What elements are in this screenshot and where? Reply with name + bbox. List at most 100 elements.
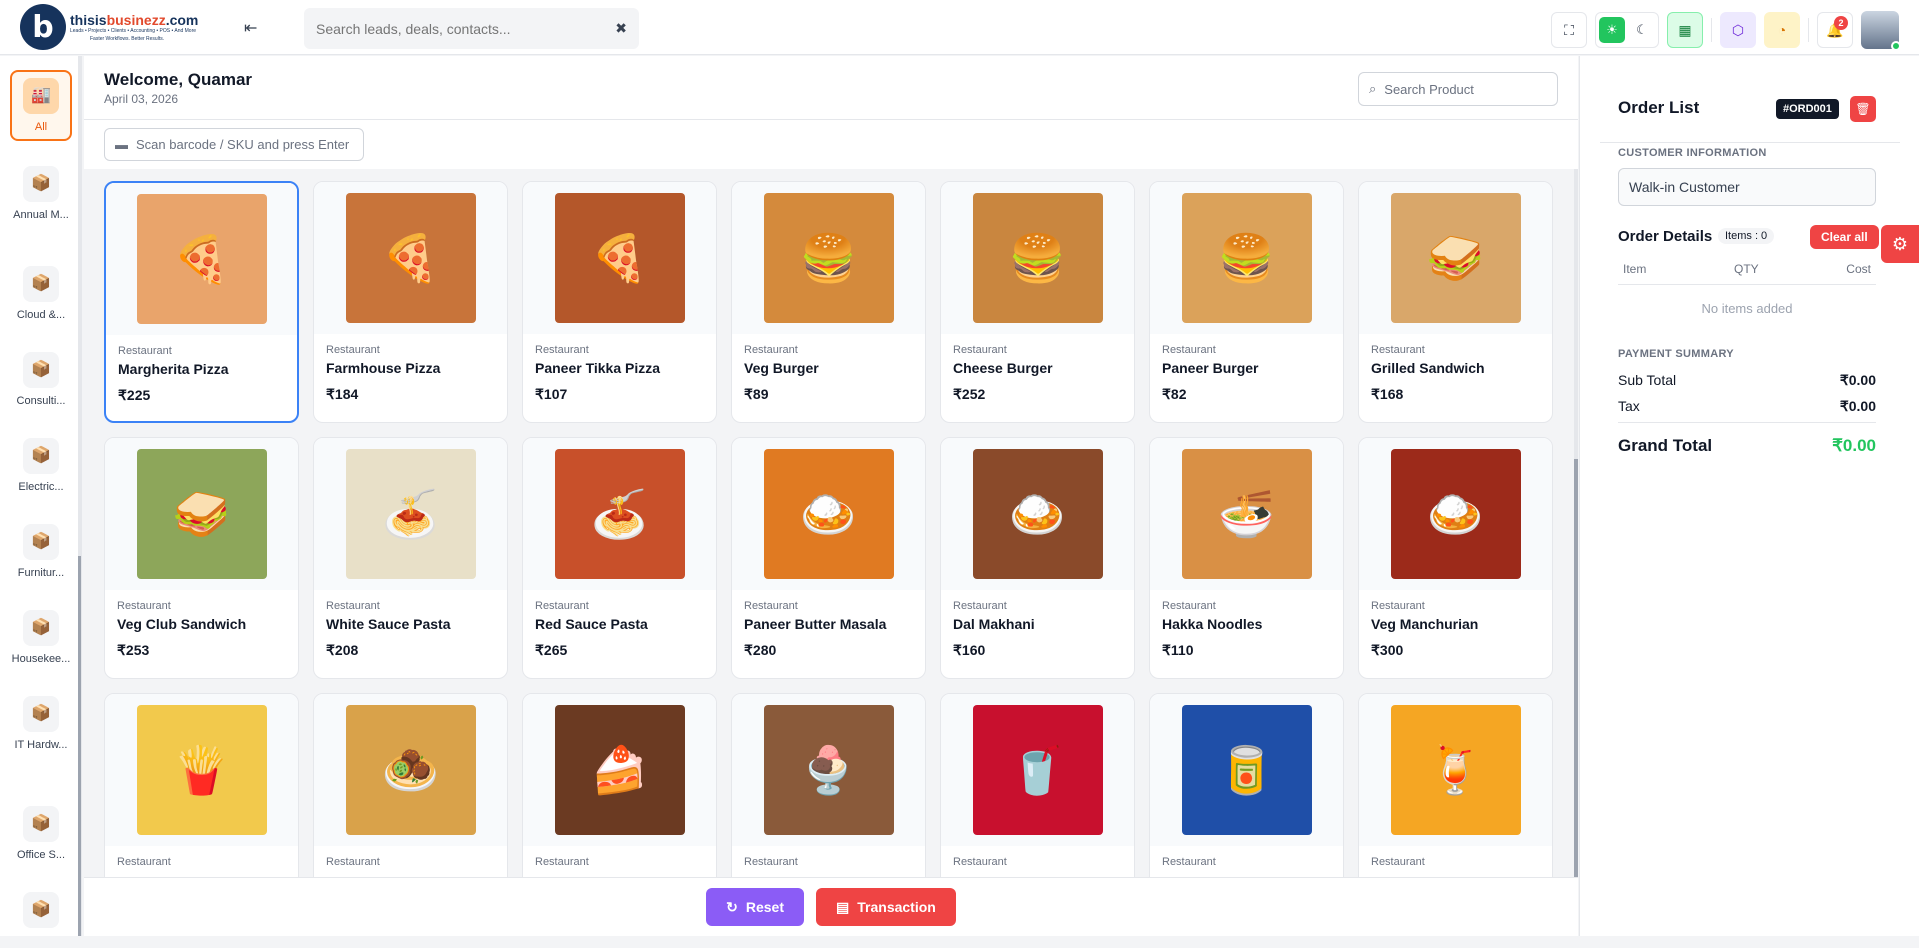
clear-all-button[interactable]: Clear all bbox=[1810, 225, 1879, 249]
product-card[interactable]: 🍟 Restaurant bbox=[104, 693, 299, 877]
product-name: Dal Makhani bbox=[953, 616, 1035, 632]
product-card[interactable]: 🍔 Restaurant Veg Burger ₹89 bbox=[731, 181, 926, 423]
theme-toggle: ☀ ☾ bbox=[1595, 12, 1659, 48]
brand-name: thisisbusinezz.com bbox=[70, 11, 199, 28]
product-card[interactable]: 🍕 Restaurant Margherita Pizza ₹225 bbox=[104, 181, 299, 423]
product-name: Paneer Tikka Pizza bbox=[535, 360, 661, 376]
factory-icon: 🏭 bbox=[23, 78, 59, 114]
product-category: Restaurant bbox=[117, 600, 171, 612]
product-card[interactable]: 🍨 Restaurant bbox=[731, 693, 926, 877]
product-card[interactable]: 🍛 Restaurant Dal Makhani ₹160 bbox=[940, 437, 1135, 679]
category-item[interactable]: 📦 Cloud &... bbox=[10, 266, 72, 323]
product-category: Restaurant bbox=[744, 344, 798, 356]
customer-field[interactable] bbox=[1618, 168, 1876, 206]
product-card[interactable]: 🥪 Restaurant Veg Club Sandwich ₹253 bbox=[104, 437, 299, 679]
brand-tagline: Faster Workflows. Better Results. bbox=[90, 35, 165, 42]
product-card[interactable]: 🥤 Restaurant bbox=[940, 693, 1135, 877]
category-sidebar: 🏭 All 📦 Annual M... 📦 Cloud &... 📦 Consu… bbox=[0, 56, 82, 936]
logo-mark: b bbox=[20, 4, 66, 50]
divider bbox=[1711, 18, 1712, 42]
grand-total-row: Grand Total ₹0.00 bbox=[1618, 436, 1876, 455]
category-item[interactable]: 📦 Consulti... bbox=[10, 352, 72, 409]
product-category: Restaurant bbox=[953, 856, 1007, 868]
refresh-icon: ↻ bbox=[726, 898, 738, 915]
pasta-icon: 🍝 bbox=[554, 449, 685, 579]
product-image: 🍛 bbox=[941, 438, 1134, 590]
order-table-header: Item QTY Cost bbox=[1618, 262, 1876, 285]
product-price: ₹107 bbox=[535, 386, 568, 402]
fullscreen-icon[interactable]: ⛶ bbox=[1551, 12, 1587, 48]
trash-icon[interactable]: 🗑 bbox=[1850, 96, 1876, 122]
product-name: Paneer Burger bbox=[1162, 360, 1259, 376]
curry-icon: 🍛 bbox=[1390, 449, 1521, 579]
product-category: Restaurant bbox=[326, 856, 380, 868]
product-image: 🍟 bbox=[105, 694, 298, 846]
empty-order-message: No items added bbox=[1701, 301, 1793, 316]
category-item[interactable]: 📦 Housekee... bbox=[10, 610, 72, 667]
reset-button[interactable]: ↻ Reset bbox=[706, 888, 805, 926]
product-search[interactable]: ⌕ Search Product bbox=[1358, 72, 1558, 106]
global-search-input[interactable] bbox=[316, 20, 616, 37]
clear-search-icon[interactable]: ✖ bbox=[615, 20, 627, 37]
product-card[interactable]: 🍕 Restaurant Paneer Tikka Pizza ₹107 bbox=[522, 181, 717, 423]
product-image: 🍛 bbox=[1359, 438, 1552, 590]
product-name: Grilled Sandwich bbox=[1371, 360, 1485, 376]
apps-grid-icon[interactable]: ▦ bbox=[1667, 12, 1703, 48]
product-price: ₹252 bbox=[953, 386, 986, 402]
welcome-title: Welcome, Quamar bbox=[104, 70, 253, 89]
global-search[interactable]: ✖ bbox=[304, 8, 639, 49]
product-card[interactable]: 🍝 Restaurant Red Sauce Pasta ₹265 bbox=[522, 437, 717, 679]
product-price: ₹225 bbox=[118, 387, 151, 403]
product-card[interactable]: 🍜 Restaurant Hakka Noodles ₹110 bbox=[1149, 437, 1344, 679]
sidebar-scrollbar[interactable] bbox=[78, 56, 81, 936]
product-price: ₹184 bbox=[326, 386, 359, 402]
moon-icon[interactable]: ☾ bbox=[1629, 17, 1655, 43]
product-card[interactable]: 🥪 Restaurant Grilled Sandwich ₹168 bbox=[1358, 181, 1553, 423]
category-item[interactable]: 📦 IT Hardw... bbox=[10, 696, 72, 753]
cake-icon: 🍰 bbox=[554, 705, 685, 835]
burger-icon: 🍔 bbox=[972, 193, 1103, 323]
grid-scrollbar[interactable] bbox=[1574, 169, 1578, 877]
category-item[interactable]: 📦 Electric... bbox=[10, 438, 72, 495]
collapse-sidebar-icon[interactable]: ⇤ bbox=[244, 18, 257, 38]
category-item-all[interactable]: 🏭 All bbox=[10, 70, 72, 142]
product-card[interactable]: 🍹 Restaurant bbox=[1358, 693, 1553, 877]
product-name: Hakka Noodles bbox=[1162, 616, 1263, 632]
product-grid: 🍕 Restaurant Margherita Pizza ₹225 🍕 Restaura… bbox=[104, 181, 1553, 877]
category-item[interactable]: 📦 Office S... bbox=[10, 806, 72, 863]
divider bbox=[1808, 18, 1809, 42]
product-card[interactable]: 🥫 Restaurant bbox=[1149, 693, 1344, 877]
product-image: 🍝 bbox=[523, 438, 716, 590]
product-image: 🥪 bbox=[1359, 182, 1552, 334]
hexagon-icon[interactable]: ⬡ bbox=[1720, 12, 1756, 48]
user-avatar[interactable] bbox=[1861, 11, 1901, 51]
product-card[interactable]: 🍕 Restaurant Farmhouse Pizza ₹184 bbox=[313, 181, 508, 423]
product-image: 🍕 bbox=[106, 183, 297, 335]
product-card[interactable]: 🍰 Restaurant bbox=[522, 693, 717, 877]
product-card[interactable]: 🍔 Restaurant Cheese Burger ₹252 bbox=[940, 181, 1135, 423]
sun-icon[interactable]: ☀ bbox=[1599, 17, 1625, 43]
tax-row: Tax ₹0.00 bbox=[1618, 398, 1876, 414]
barcode-scan-input[interactable]: ▬ Scan barcode / SKU and press Enter bbox=[104, 128, 364, 161]
notification-bell-icon[interactable]: 🔔 2 bbox=[1817, 12, 1853, 48]
product-price: ₹280 bbox=[744, 642, 777, 658]
category-item[interactable]: 📦 bbox=[10, 892, 72, 934]
receipt-icon: ▤ bbox=[836, 898, 850, 915]
product-card[interactable]: 🍔 Restaurant Paneer Burger ₹82 bbox=[1149, 181, 1344, 423]
gear-icon[interactable]: ⚙ bbox=[1881, 225, 1919, 263]
product-search-input[interactable]: Search Product bbox=[1384, 82, 1474, 97]
search-icon: ⌕ bbox=[1369, 81, 1377, 96]
pie-chart-icon[interactable]: ◔ bbox=[1764, 12, 1800, 48]
burger-icon: 🍔 bbox=[1181, 193, 1312, 323]
transaction-button[interactable]: ▤ Transaction bbox=[816, 888, 956, 926]
product-card[interactable]: 🍝 Restaurant White Sauce Pasta ₹208 bbox=[313, 437, 508, 679]
product-card[interactable]: 🍛 Restaurant Paneer Butter Masala ₹280 bbox=[731, 437, 926, 679]
category-item[interactable]: 📦 Furnitur... bbox=[10, 524, 72, 581]
brand-logo[interactable]: b thisisbusinezz.com Leads • Projects • … bbox=[20, 4, 198, 50]
category-item[interactable]: 📦 Annual M... bbox=[10, 166, 72, 223]
product-image: 🍔 bbox=[732, 182, 925, 334]
order-details-title: Order Details bbox=[1618, 228, 1713, 245]
product-card[interactable]: 🧆 Restaurant bbox=[313, 693, 508, 877]
product-name: Veg Burger bbox=[744, 360, 819, 376]
product-card[interactable]: 🍛 Restaurant Veg Manchurian ₹300 bbox=[1358, 437, 1553, 679]
